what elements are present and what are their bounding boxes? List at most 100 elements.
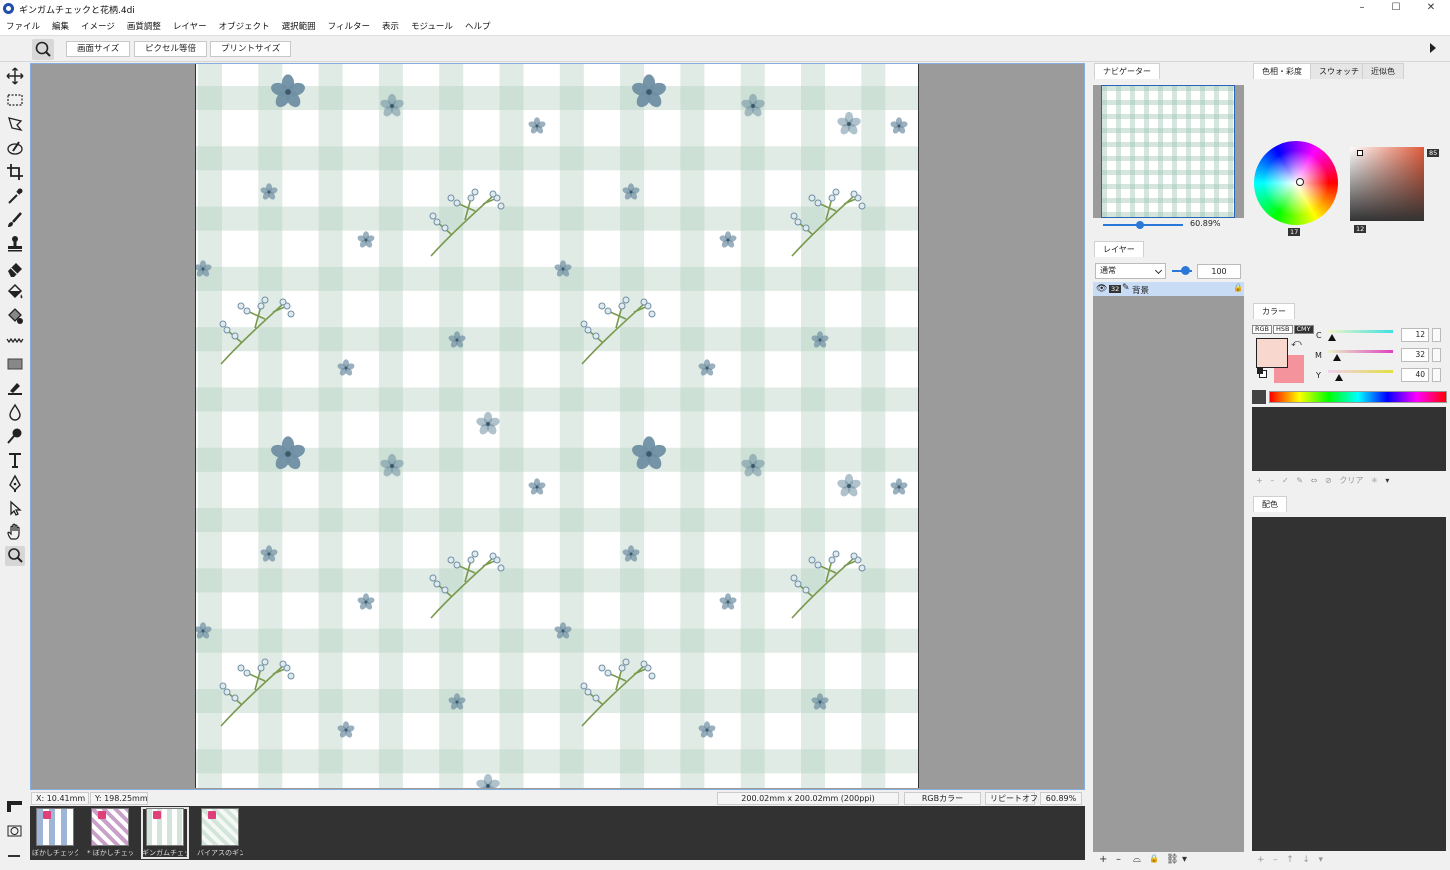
menu-help[interactable]: ヘルプ bbox=[465, 20, 491, 32]
menu-selection[interactable]: 選択範囲 bbox=[282, 20, 316, 32]
channel-y-spinner[interactable] bbox=[1432, 368, 1441, 382]
remove-palette-icon[interactable]: – bbox=[1273, 855, 1278, 865]
edit-icon[interactable]: ✎ bbox=[1296, 476, 1303, 485]
swatch-menu-icon[interactable]: ▾ bbox=[1385, 476, 1389, 485]
default-colors-icon[interactable] bbox=[1257, 368, 1267, 378]
menu-image[interactable]: イメージ bbox=[81, 20, 115, 32]
text-icon[interactable] bbox=[5, 450, 25, 470]
eye-icon[interactable]: 👁 bbox=[1096, 284, 1107, 294]
actual-pixels-button[interactable]: ピクセル等倍 bbox=[134, 41, 208, 57]
sv-marker[interactable] bbox=[1357, 150, 1363, 156]
channel-m-knob[interactable] bbox=[1333, 354, 1341, 361]
tab-hue-saturation[interactable]: 色相・彩度 bbox=[1253, 63, 1311, 79]
brush-icon[interactable] bbox=[5, 210, 25, 230]
hue-marker[interactable] bbox=[1296, 178, 1304, 186]
menu-layer[interactable]: レイヤー bbox=[173, 20, 207, 32]
document-thumb-selected[interactable]: ギンガムチェック… bbox=[141, 807, 189, 859]
channel-m-spinner[interactable] bbox=[1432, 348, 1441, 362]
color-mode[interactable]: RGBカラー bbox=[904, 792, 981, 805]
tab-layers[interactable]: レイヤー bbox=[1094, 241, 1144, 257]
channel-y-slider[interactable] bbox=[1328, 370, 1393, 373]
gradient-fill-icon[interactable] bbox=[5, 306, 25, 326]
eraser-icon[interactable] bbox=[5, 258, 25, 278]
channel-c-value[interactable]: 12 bbox=[1401, 328, 1429, 342]
menu-view[interactable]: 表示 bbox=[382, 20, 399, 32]
swap-colors-icon[interactable]: ⤺ bbox=[1291, 338, 1302, 349]
crop-icon[interactable] bbox=[5, 162, 25, 182]
clear-button[interactable]: クリア bbox=[1339, 476, 1363, 485]
quick-select-icon[interactable] bbox=[5, 138, 25, 158]
collapse-icon[interactable] bbox=[8, 855, 20, 857]
rect-select-icon[interactable] bbox=[5, 90, 25, 110]
channel-m-value[interactable]: 32 bbox=[1401, 348, 1429, 362]
channel-y-value[interactable]: 40 bbox=[1401, 368, 1429, 382]
delete-layer-icon[interactable]: – bbox=[1116, 854, 1121, 865]
add-swatch-icon[interactable]: + bbox=[1256, 476, 1263, 485]
move-tool-icon[interactable] bbox=[5, 66, 25, 86]
panel-toggle-arrow-icon[interactable] bbox=[1430, 43, 1436, 53]
blur-drop-icon[interactable] bbox=[5, 402, 25, 422]
move-down-icon[interactable]: ↓ bbox=[1302, 855, 1310, 865]
dodge-icon[interactable] bbox=[5, 426, 25, 446]
hand-icon[interactable] bbox=[5, 522, 25, 542]
swap-icon[interactable]: ⇔ bbox=[1311, 476, 1318, 485]
layer-name[interactable]: 背景 bbox=[1132, 284, 1149, 296]
menu-module[interactable]: モジュール bbox=[411, 20, 453, 32]
document-canvas[interactable] bbox=[195, 64, 919, 788]
no-color-icon[interactable]: ⊘ bbox=[1325, 476, 1332, 485]
document-thumb[interactable]: ぼかしチェックブ… bbox=[32, 808, 78, 858]
menu-file[interactable]: ファイル bbox=[6, 20, 40, 32]
navigator-preview[interactable] bbox=[1101, 85, 1235, 218]
lock-layer-icon[interactable]: 🔒 bbox=[1149, 854, 1159, 863]
path-select-icon[interactable] bbox=[5, 498, 25, 518]
retouch-icon[interactable] bbox=[5, 378, 25, 398]
mode-rgb[interactable]: RGB bbox=[1252, 325, 1273, 334]
selection-frame-icon[interactable] bbox=[6, 825, 23, 837]
channel-c-slider[interactable] bbox=[1328, 330, 1393, 333]
layer-row[interactable]: 👁 32 ✎ 背景 🔒 bbox=[1093, 282, 1244, 296]
fill-bucket-icon[interactable] bbox=[5, 282, 25, 302]
color-panel-title[interactable]: カラー bbox=[1253, 303, 1295, 319]
channel-c-knob[interactable] bbox=[1328, 334, 1336, 341]
add-palette-icon[interactable]: + bbox=[1257, 855, 1265, 865]
channel-c-spinner[interactable] bbox=[1432, 328, 1441, 342]
settings-icon[interactable]: ✳ bbox=[1371, 476, 1378, 485]
mode-hsb[interactable]: HSB bbox=[1273, 325, 1293, 334]
ruler-icon[interactable] bbox=[6, 800, 23, 812]
channel-m-slider[interactable] bbox=[1328, 350, 1393, 353]
lock-icon[interactable]: 🔒 bbox=[1233, 283, 1243, 292]
pattern-brush-icon[interactable] bbox=[5, 330, 25, 350]
document-thumb[interactable]: * ぼかしチェック… bbox=[87, 808, 133, 858]
remove-swatch-icon[interactable]: – bbox=[1270, 476, 1274, 485]
tab-navigator[interactable]: ナビゲーター bbox=[1094, 63, 1160, 79]
link-icon[interactable]: ⛓ bbox=[1166, 854, 1179, 865]
channel-y-knob[interactable] bbox=[1335, 374, 1343, 381]
maximize-button[interactable]: ☐ bbox=[1381, 0, 1411, 17]
spectrum-bar[interactable] bbox=[1269, 391, 1447, 403]
menu-object[interactable]: オブジェクト bbox=[219, 20, 270, 32]
opacity-knob[interactable] bbox=[1181, 266, 1190, 275]
blend-mode-select[interactable]: 通常 bbox=[1095, 263, 1166, 279]
menu-adjust[interactable]: 画質調整 bbox=[127, 20, 161, 32]
move-up-icon[interactable]: ↑ bbox=[1286, 855, 1294, 865]
lasso-icon[interactable] bbox=[5, 114, 25, 134]
document-thumb[interactable]: バイアスのギンガ… bbox=[197, 808, 243, 858]
stamp-icon[interactable] bbox=[5, 234, 25, 254]
eyedropper-icon[interactable] bbox=[5, 186, 25, 206]
mode-cmy[interactable]: CMY bbox=[1293, 325, 1314, 334]
layer-menu-icon[interactable]: ▾ bbox=[1182, 854, 1187, 865]
palette-area[interactable] bbox=[1252, 517, 1446, 851]
check-icon[interactable]: ✓ bbox=[1282, 476, 1289, 485]
print-size-button[interactable]: プリントサイズ bbox=[210, 41, 292, 57]
opacity-value[interactable]: 100 bbox=[1197, 264, 1241, 279]
dark-color-chip[interactable] bbox=[1252, 390, 1266, 404]
close-button[interactable]: ✕ bbox=[1416, 0, 1446, 17]
palette-menu-icon[interactable]: ▾ bbox=[1319, 855, 1324, 865]
minimize-button[interactable]: – bbox=[1347, 0, 1377, 17]
swatch-area[interactable] bbox=[1252, 407, 1446, 471]
menu-filter[interactable]: フィルター bbox=[328, 20, 370, 32]
zoom-option-icon[interactable] bbox=[32, 39, 54, 60]
add-layer-icon[interactable]: + bbox=[1099, 854, 1107, 865]
tab-similar-colors[interactable]: 近似色 bbox=[1362, 63, 1404, 79]
saturation-value-square[interactable] bbox=[1350, 147, 1424, 221]
